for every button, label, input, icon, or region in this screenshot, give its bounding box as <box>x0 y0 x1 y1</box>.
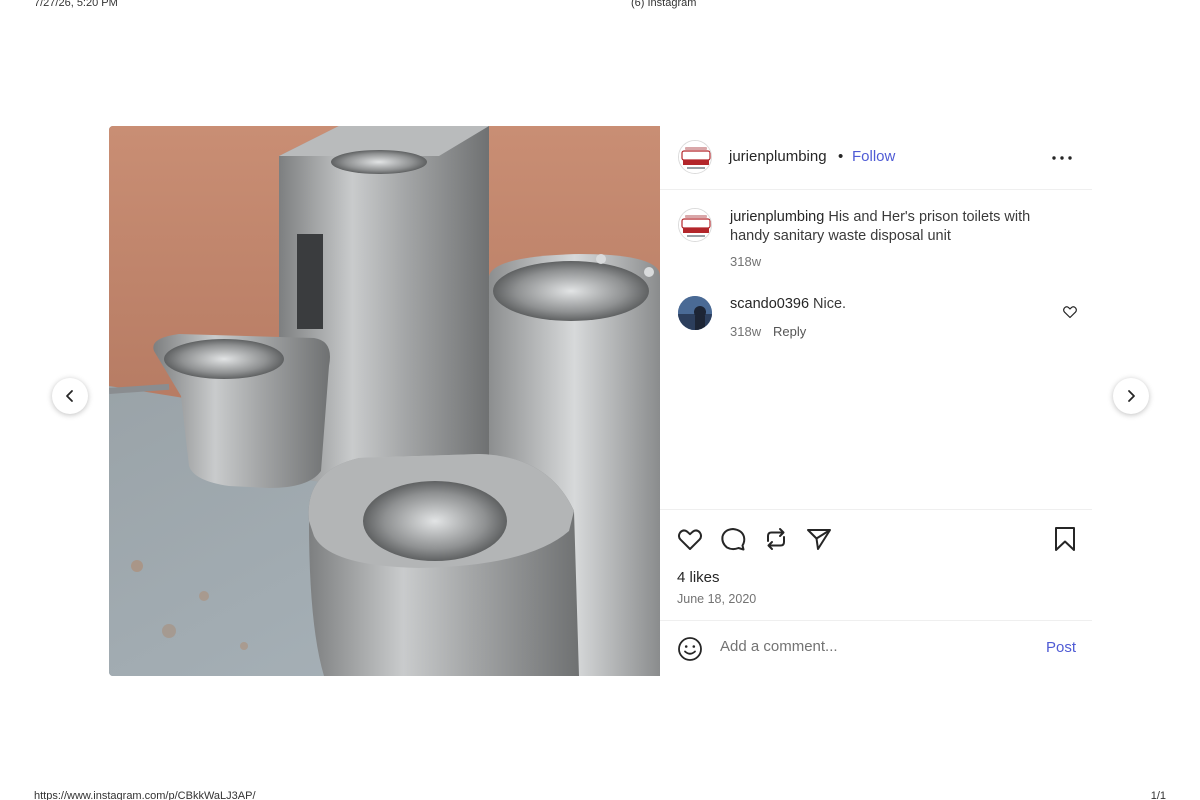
reply-button[interactable]: Reply <box>773 324 806 339</box>
post-caption: jurienplumbing His and Her's prison toil… <box>730 208 1070 246</box>
print-date: 7/27/26, 5:20 PM <box>34 0 118 9</box>
commenter-avatar-image <box>678 296 712 330</box>
share-paper-plane-icon[interactable] <box>805 525 833 553</box>
comment-username[interactable]: scando0396 <box>730 296 809 312</box>
separator-dot: • <box>838 148 844 165</box>
add-comment-bar: Post <box>660 620 1092 676</box>
follow-button[interactable]: Follow <box>852 148 895 165</box>
post-header: jurienplumbing • Follow <box>660 126 1092 190</box>
comment-timestamp[interactable]: 318w <box>730 324 761 339</box>
heart-icon[interactable] <box>676 525 704 553</box>
jurien-plumbing-logo <box>679 209 711 241</box>
comment-heart-icon[interactable] <box>1062 304 1078 320</box>
print-page-number: 1/1 <box>1150 790 1166 800</box>
post-detail-panel: jurienplumbing • Follow jurienplumbing H… <box>660 126 1092 676</box>
caption-author-avatar[interactable] <box>678 208 712 242</box>
previous-post-button[interactable] <box>52 378 88 414</box>
post-image[interactable] <box>109 126 660 676</box>
emoji-icon[interactable] <box>677 636 703 662</box>
more-horizontal-icon[interactable] <box>1050 148 1074 168</box>
caption-timestamp[interactable]: 318w <box>730 254 761 269</box>
comment-body: Nice. <box>813 296 847 312</box>
caption-username[interactable]: jurienplumbing <box>730 209 824 225</box>
post-comment-button[interactable]: Post <box>1046 639 1076 656</box>
chevron-right-icon <box>1128 390 1135 402</box>
bookmark-icon[interactable] <box>1051 525 1079 553</box>
jurien-plumbing-logo <box>679 141 711 173</box>
post-date[interactable]: June 18, 2020 <box>677 592 756 606</box>
print-url: https://www.instagram.com/p/CBkkWaLJ3AP/ <box>34 790 256 800</box>
post-actions: 4 likes June 18, 2020 <box>660 509 1092 621</box>
comment: scando0396 Nice. <box>730 296 846 312</box>
next-post-button[interactable] <box>1113 378 1149 414</box>
author-avatar[interactable] <box>678 140 712 174</box>
commenter-avatar[interactable] <box>678 296 712 330</box>
print-title: (6) Instagram <box>631 0 697 9</box>
chevron-left-icon <box>66 390 73 402</box>
likes-count[interactable]: 4 likes <box>677 569 720 586</box>
comment-input[interactable] <box>720 638 1030 655</box>
repost-icon[interactable] <box>762 525 790 553</box>
author-username[interactable]: jurienplumbing <box>729 148 827 165</box>
comment-bubble-icon[interactable] <box>719 525 747 553</box>
